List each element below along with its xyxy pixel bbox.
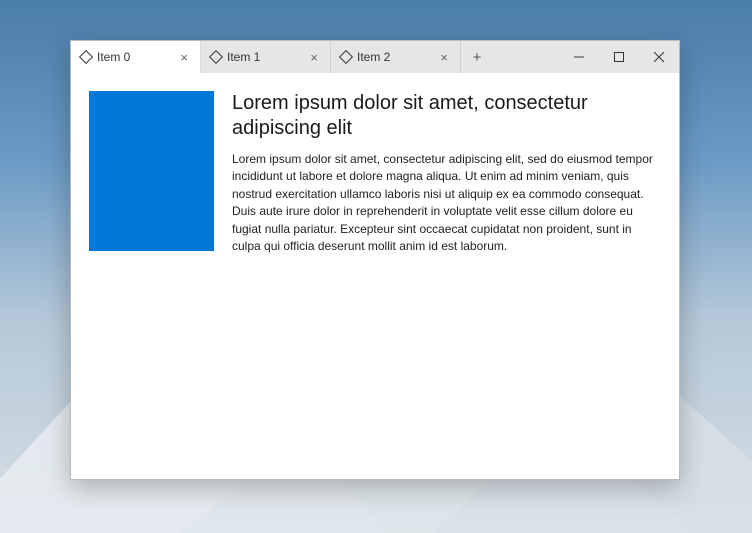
tab-item-0[interactable]: Item 0 ×	[71, 41, 201, 73]
diamond-icon	[209, 50, 223, 64]
window-controls	[559, 41, 679, 73]
titlebar: Item 0 × Item 1 × Item 2 × +	[71, 41, 679, 73]
app-window: Item 0 × Item 1 × Item 2 × +	[70, 40, 680, 480]
content-body: Lorem ipsum dolor sit amet, consectetur …	[232, 151, 655, 255]
content-area: Lorem ipsum dolor sit amet, consectetur …	[71, 73, 679, 479]
close-tab-icon[interactable]: ×	[436, 51, 452, 64]
tab-item-2[interactable]: Item 2 ×	[331, 41, 461, 73]
diamond-icon	[79, 50, 93, 64]
tab-label: Item 2	[357, 50, 430, 64]
content-image-placeholder	[89, 91, 214, 251]
content-heading: Lorem ipsum dolor sit amet, consectetur …	[232, 91, 655, 141]
content-text: Lorem ipsum dolor sit amet, consectetur …	[232, 91, 655, 461]
tab-strip: Item 0 × Item 1 × Item 2 × +	[71, 41, 559, 73]
tab-label: Item 1	[227, 50, 300, 64]
tab-label: Item 0	[97, 50, 170, 64]
diamond-icon	[339, 50, 353, 64]
new-tab-button[interactable]: +	[461, 41, 493, 73]
minimize-button[interactable]	[559, 41, 599, 73]
tab-item-1[interactable]: Item 1 ×	[201, 41, 331, 73]
close-tab-icon[interactable]: ×	[306, 51, 322, 64]
plus-icon: +	[473, 49, 482, 66]
close-tab-icon[interactable]: ×	[176, 51, 192, 64]
close-window-button[interactable]	[639, 41, 679, 73]
maximize-button[interactable]	[599, 41, 639, 73]
